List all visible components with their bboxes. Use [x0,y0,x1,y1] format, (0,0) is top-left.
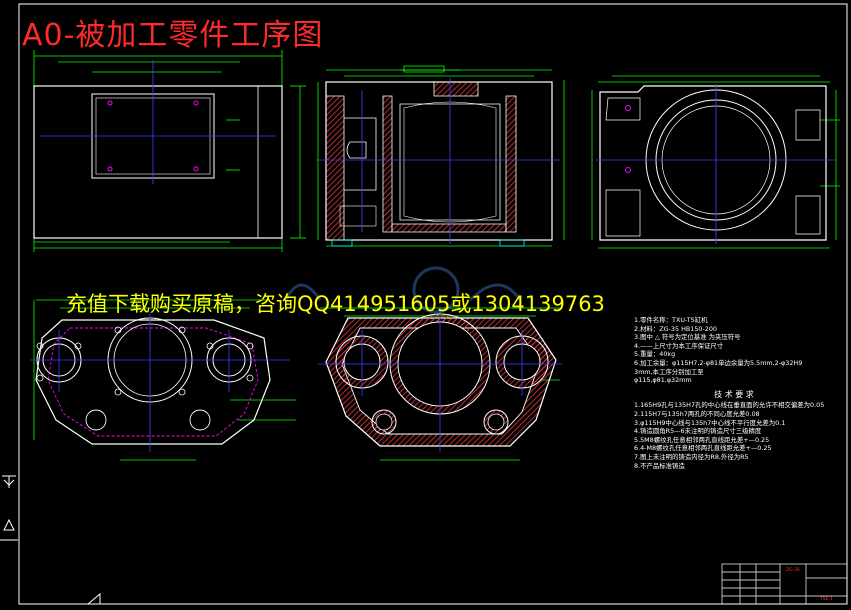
tech-line: 6.4-M8螺纹孔任意相邻两孔直线距允差+—0.25 [634,444,772,453]
tech-line: 3.φ115H9中心线与135h7中心线不平行度允差为0.1 [634,418,786,427]
note-line: 6.加工余量：φ115H7,2-φ81单边余量为5.5mm,2-φ32H9 [634,358,803,367]
tech-line: 7.图上未注明的铸造内径为R8,外径为R5 [634,452,749,461]
note-line: 5.重量：40kg [634,350,676,359]
notes-panel: 1.零件名称：TXU-TS缸机 2.材料：ZG-35 HB150-200 3.图… [634,316,834,470]
drawing-title: A0-被加工零件工序图 [22,18,324,53]
title-block-material: ZG-35 [786,568,800,573]
note-line: 4.——上尺寸为本工序保证尺寸 [634,341,724,350]
tech-requirements-title: 技 术 要 求 [714,389,754,399]
tech-line: 2.115H7与135h7两孔的不同心度允差0.08 [634,409,760,418]
note-line: 1.零件名称：TXU-TS缸机 [634,316,708,324]
note-line: 2.材料：ZG-35 HB150-200 [634,324,717,333]
note-line: 3mm,本工序分别加工至 [634,367,704,376]
tech-line: 1.165H9孔与135H7孔的中心线在垂直面的允许不相交偏差为0.05 [634,401,825,410]
note-line: φ115,φ81,φ32mm [634,376,692,385]
watermark-text: 充值下载购买原稿，咨询QQ414951605或1304139763 [66,292,605,316]
note-line: 3.图中 △ 符号为定位基准 为夹压符号 [634,333,741,342]
tech-line: 4.铸造圆角R5—6未注明的铸造尺寸三级精度 [634,427,762,436]
title-block-drawing-no: TSE-1 [820,597,833,602]
tech-line: 8.不产品标准铸造 [634,461,685,470]
